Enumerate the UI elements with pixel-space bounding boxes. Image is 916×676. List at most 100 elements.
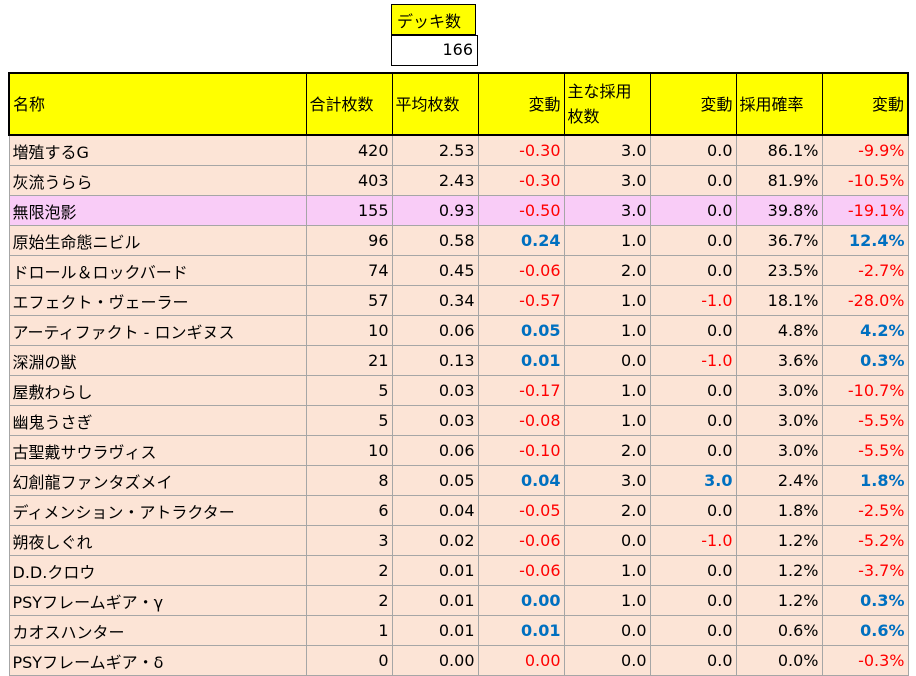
avg-cell[interactable]: 0.01 <box>391 585 479 616</box>
main-count-cell[interactable]: 1.0 <box>563 585 651 616</box>
main-change-cell[interactable]: 0.0 <box>649 555 737 586</box>
main-change-cell[interactable]: 0.0 <box>649 195 737 226</box>
main-change-cell[interactable]: 0.0 <box>649 435 737 466</box>
rate-change-cell[interactable]: 4.2% <box>821 315 909 346</box>
rate-cell[interactable]: 3.0% <box>735 375 823 406</box>
name-cell[interactable]: 屋敷わらし <box>8 375 307 406</box>
rate-change-cell[interactable]: -5.5% <box>821 435 909 466</box>
avg-change-cell[interactable]: -0.05 <box>477 495 565 526</box>
main-change-cell[interactable]: 0.0 <box>649 585 737 616</box>
rate-cell[interactable]: 3.0% <box>735 435 823 466</box>
avg-cell[interactable]: 0.34 <box>391 285 479 316</box>
avg-cell[interactable]: 0.93 <box>391 195 479 226</box>
main-count-cell[interactable]: 0.0 <box>563 615 651 646</box>
avg-change-cell[interactable]: -0.17 <box>477 375 565 406</box>
rate-change-cell[interactable]: 0.3% <box>821 345 909 376</box>
avg-cell[interactable]: 0.02 <box>391 525 479 556</box>
main-count-cell[interactable]: 1.0 <box>563 555 651 586</box>
name-cell[interactable]: PSYフレームギア・γ <box>8 585 307 616</box>
avg-cell[interactable]: 0.06 <box>391 315 479 346</box>
main-count-cell[interactable]: 1.0 <box>563 225 651 256</box>
avg-cell[interactable]: 2.43 <box>391 165 479 196</box>
total-cell[interactable]: 2 <box>305 585 393 616</box>
rate-cell[interactable]: 1.2% <box>735 525 823 556</box>
avg-change-cell[interactable]: -0.50 <box>477 195 565 226</box>
main-count-cell[interactable]: 0.0 <box>563 525 651 556</box>
total-cell[interactable]: 3 <box>305 525 393 556</box>
avg-change-cell[interactable]: -0.30 <box>477 165 565 196</box>
rate-change-cell[interactable]: -10.7% <box>821 375 909 406</box>
avg-cell[interactable]: 0.03 <box>391 375 479 406</box>
main-change-cell[interactable]: 0.0 <box>649 225 737 256</box>
total-cell[interactable]: 403 <box>305 165 393 196</box>
main-count-cell[interactable]: 3.0 <box>563 165 651 196</box>
avg-cell[interactable]: 0.06 <box>391 435 479 466</box>
name-cell[interactable]: 朔夜しぐれ <box>8 525 307 556</box>
total-cell[interactable]: 8 <box>305 465 393 496</box>
header-avg-change[interactable]: 変動 <box>477 72 565 136</box>
main-count-cell[interactable]: 3.0 <box>563 195 651 226</box>
avg-change-cell[interactable]: -0.06 <box>477 255 565 286</box>
rate-cell[interactable]: 0.6% <box>735 615 823 646</box>
header-main-change[interactable]: 変動 <box>649 72 737 136</box>
avg-cell[interactable]: 0.45 <box>391 255 479 286</box>
name-cell[interactable]: アーティファクト - ロンギヌス <box>8 315 307 346</box>
rate-change-cell[interactable]: -19.1% <box>821 195 909 226</box>
main-change-cell[interactable]: 0.0 <box>649 405 737 436</box>
rate-change-cell[interactable]: -9.9% <box>821 134 909 166</box>
avg-cell[interactable]: 0.05 <box>391 465 479 496</box>
rate-change-cell[interactable]: 1.8% <box>821 465 909 496</box>
rate-cell[interactable]: 86.1% <box>735 134 823 166</box>
main-change-cell[interactable]: -1.0 <box>649 345 737 376</box>
name-cell[interactable]: ドロール＆ロックバード <box>8 255 307 286</box>
rate-change-cell[interactable]: 0.6% <box>821 615 909 646</box>
name-cell[interactable]: 幻創龍ファンタズメイ <box>8 465 307 496</box>
total-cell[interactable]: 2 <box>305 555 393 586</box>
main-change-cell[interactable]: 0.0 <box>649 495 737 526</box>
main-count-cell[interactable]: 2.0 <box>563 255 651 286</box>
avg-change-cell[interactable]: -0.30 <box>477 134 565 166</box>
avg-cell[interactable]: 2.53 <box>391 134 479 166</box>
rate-change-cell[interactable]: -5.5% <box>821 405 909 436</box>
name-cell[interactable]: 幽鬼うさぎ <box>8 405 307 436</box>
main-count-cell[interactable]: 2.0 <box>563 495 651 526</box>
avg-cell[interactable]: 0.03 <box>391 405 479 436</box>
deck-count-value[interactable]: 166 <box>391 35 478 66</box>
rate-cell[interactable]: 18.1% <box>735 285 823 316</box>
main-change-cell[interactable]: 0.0 <box>649 375 737 406</box>
main-change-cell[interactable]: -1.0 <box>649 285 737 316</box>
rate-cell[interactable]: 1.8% <box>735 495 823 526</box>
main-count-cell[interactable]: 2.0 <box>563 435 651 466</box>
header-avg[interactable]: 平均枚数 <box>391 72 479 136</box>
rate-change-cell[interactable]: 0.3% <box>821 585 909 616</box>
main-change-cell[interactable]: 0.0 <box>649 615 737 646</box>
avg-change-cell[interactable]: 0.01 <box>477 345 565 376</box>
rate-cell[interactable]: 0.0% <box>735 645 823 676</box>
avg-change-cell[interactable]: 0.00 <box>477 645 565 676</box>
header-total[interactable]: 合計枚数 <box>305 72 393 136</box>
rate-change-cell[interactable]: -10.5% <box>821 165 909 196</box>
rate-change-cell[interactable]: -0.3% <box>821 645 909 676</box>
name-cell[interactable]: 古聖戴サウラヴィス <box>8 435 307 466</box>
rate-cell[interactable]: 1.2% <box>735 555 823 586</box>
main-count-cell[interactable]: 0.0 <box>563 645 651 676</box>
avg-change-cell[interactable]: -0.10 <box>477 435 565 466</box>
avg-cell[interactable]: 0.13 <box>391 345 479 376</box>
rate-change-cell[interactable]: -5.2% <box>821 525 909 556</box>
avg-change-cell[interactable]: 0.01 <box>477 615 565 646</box>
avg-change-cell[interactable]: -0.57 <box>477 285 565 316</box>
main-count-cell[interactable]: 3.0 <box>563 134 651 166</box>
avg-change-cell[interactable]: 0.04 <box>477 465 565 496</box>
main-count-cell[interactable]: 1.0 <box>563 315 651 346</box>
main-change-cell[interactable]: 0.0 <box>649 255 737 286</box>
main-change-cell[interactable]: 3.0 <box>649 465 737 496</box>
avg-change-cell[interactable]: 0.00 <box>477 585 565 616</box>
rate-change-cell[interactable]: -2.5% <box>821 495 909 526</box>
total-cell[interactable]: 6 <box>305 495 393 526</box>
main-change-cell[interactable]: -1.0 <box>649 525 737 556</box>
rate-cell[interactable]: 3.6% <box>735 345 823 376</box>
total-cell[interactable]: 1 <box>305 615 393 646</box>
name-cell[interactable]: 増殖するG <box>8 134 307 166</box>
rate-cell[interactable]: 23.5% <box>735 255 823 286</box>
total-cell[interactable]: 420 <box>305 134 393 166</box>
